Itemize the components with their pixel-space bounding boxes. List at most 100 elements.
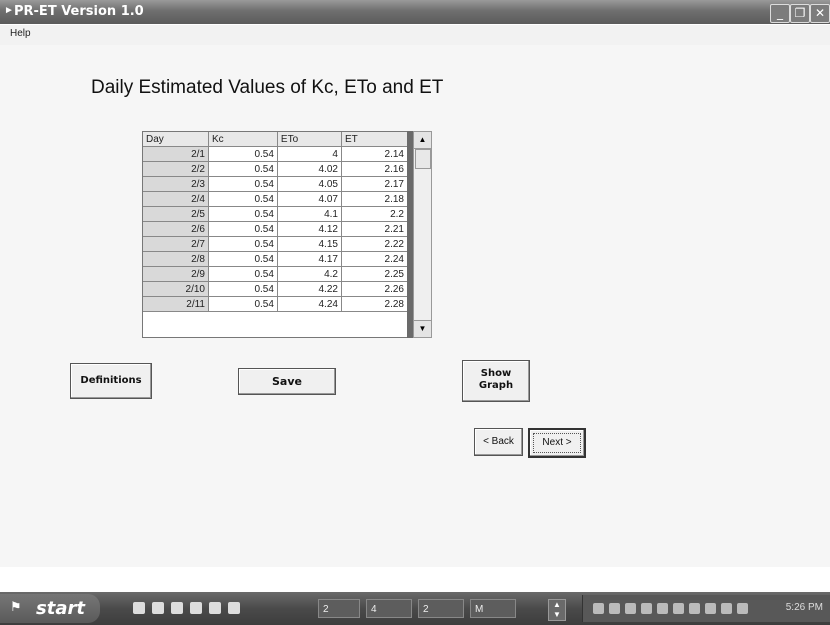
quicklaunch-icon[interactable] [171,602,183,614]
start-button[interactable]: ⚑ start [0,594,100,623]
cell-et[interactable]: 2.25 [341,266,408,282]
cell-kc[interactable]: 0.54 [208,191,278,207]
tray-icon[interactable] [609,603,620,614]
scroll-down-icon[interactable]: ▼ [414,320,431,337]
table-row[interactable]: 2/7 0.54 4.15 2.22 [143,236,408,252]
taskbar-group-item[interactable]: 4 [366,599,412,618]
column-header-kc[interactable]: Kc [208,132,278,147]
next-button[interactable]: Next > [528,428,586,458]
cell-kc[interactable]: 0.54 [208,266,278,282]
quicklaunch-icon[interactable] [133,602,145,614]
cell-eto[interactable]: 4.17 [277,251,342,267]
table-row[interactable]: 2/8 0.54 4.17 2.24 [143,251,408,267]
back-button[interactable]: < Back [474,428,523,456]
cell-eto[interactable]: 4.2 [277,266,342,282]
vertical-scrollbar[interactable]: ▲ ▼ [413,131,432,338]
tray-icon[interactable] [657,603,668,614]
cell-et[interactable]: 2.2 [341,206,408,222]
cell-day[interactable]: 2/11 [143,296,209,312]
taskbar-group-item[interactable]: M [470,599,516,618]
table-row[interactable]: 2/11 0.54 4.24 2.28 [143,296,408,312]
cell-et[interactable]: 2.24 [341,251,408,267]
table-row[interactable]: 2/2 0.54 4.02 2.16 [143,161,408,177]
quicklaunch-icon[interactable] [152,602,164,614]
cell-day[interactable]: 2/3 [143,176,209,192]
cell-day[interactable]: 2/2 [143,161,209,177]
tray-icon[interactable] [593,603,604,614]
cell-kc[interactable]: 0.54 [208,146,278,162]
cell-day[interactable]: 2/7 [143,236,209,252]
column-header-eto[interactable]: ETo [277,132,342,147]
save-button[interactable]: Save [238,368,336,395]
cell-day[interactable]: 2/6 [143,221,209,237]
column-header-day[interactable]: Day [143,132,209,147]
scroll-up-icon[interactable]: ▲ [414,132,431,149]
cell-kc[interactable]: 0.54 [208,236,278,252]
definitions-button[interactable]: Definitions [70,363,152,399]
task-count: 2 [323,604,329,615]
cell-et[interactable]: 2.18 [341,191,408,207]
tray-icon[interactable] [641,603,652,614]
table-row[interactable]: 2/3 0.54 4.05 2.17 [143,176,408,192]
menu-bar: Help [0,25,830,45]
table-row[interactable]: 2/5 0.54 4.1 2.2 [143,206,408,222]
tray-icon[interactable] [721,603,732,614]
cell-et[interactable]: 2.26 [341,281,408,297]
tray-icon[interactable] [625,603,636,614]
tray-icon[interactable] [705,603,716,614]
cell-kc[interactable]: 0.54 [208,281,278,297]
cell-kc[interactable]: 0.54 [208,296,278,312]
table-row[interactable]: 2/6 0.54 4.12 2.21 [143,221,408,237]
data-grid[interactable]: Day Kc ETo ET 2/1 0.54 4 2.14 2/2 0.54 4.02 2.… [142,131,409,338]
cell-eto[interactable]: 4 [277,146,342,162]
cell-eto[interactable]: 4.24 [277,296,342,312]
cell-et[interactable]: 2.21 [341,221,408,237]
cell-kc[interactable]: 0.54 [208,221,278,237]
cell-et[interactable]: 2.16 [341,161,408,177]
cell-eto[interactable]: 4.05 [277,176,342,192]
cell-day[interactable]: 2/10 [143,281,209,297]
minimize-button[interactable]: _ [770,4,790,23]
cell-eto[interactable]: 4.15 [277,236,342,252]
clock[interactable]: 5:26 PM [786,602,823,613]
show-graph-button[interactable]: Show Graph [462,360,530,402]
taskbar-group-item[interactable]: 2 [418,599,464,618]
quicklaunch-icon[interactable] [209,602,221,614]
cell-day[interactable]: 2/8 [143,251,209,267]
table-row[interactable]: 2/9 0.54 4.2 2.25 [143,266,408,282]
cell-kc[interactable]: 0.54 [208,161,278,177]
tray-icon[interactable] [673,603,684,614]
cell-day[interactable]: 2/4 [143,191,209,207]
cell-eto[interactable]: 4.22 [277,281,342,297]
cell-day[interactable]: 2/1 [143,146,209,162]
scroll-thumb[interactable] [415,149,431,169]
cell-eto[interactable]: 4.12 [277,221,342,237]
quicklaunch-icon[interactable] [228,602,240,614]
cell-eto[interactable]: 4.07 [277,191,342,207]
table-row[interactable]: 2/4 0.54 4.07 2.18 [143,191,408,207]
table-row[interactable]: 2/1 0.54 4 2.14 [143,146,408,162]
quicklaunch-icon[interactable] [190,602,202,614]
cell-eto[interactable]: 4.02 [277,161,342,177]
cell-eto[interactable]: 4.1 [277,206,342,222]
close-button[interactable]: ✕ [810,4,830,23]
cell-day[interactable]: 2/5 [143,206,209,222]
cell-et[interactable]: 2.28 [341,296,408,312]
cell-et[interactable]: 2.22 [341,236,408,252]
grid-header-row: Day Kc ETo ET [143,132,408,147]
column-header-et[interactable]: ET [341,132,408,147]
maximize-button[interactable]: ❐ [790,4,810,23]
cell-et[interactable]: 2.14 [341,146,408,162]
table-row[interactable]: 2/10 0.54 4.22 2.26 [143,281,408,297]
cell-kc[interactable]: 0.54 [208,176,278,192]
cell-et[interactable]: 2.17 [341,176,408,192]
cell-kc[interactable]: 0.54 [208,206,278,222]
tray-icon[interactable] [689,603,700,614]
tray-icon[interactable] [737,603,748,614]
cell-kc[interactable]: 0.54 [208,251,278,267]
chevron-up-down-icon[interactable]: ▲ ▼ [548,599,566,621]
menu-help[interactable]: Help [10,28,31,39]
cell-day[interactable]: 2/9 [143,266,209,282]
taskbar-group-item[interactable]: 2 [318,599,360,618]
title-bar: ► PR-ET Version 1.0 _ ❐ ✕ [0,0,830,24]
